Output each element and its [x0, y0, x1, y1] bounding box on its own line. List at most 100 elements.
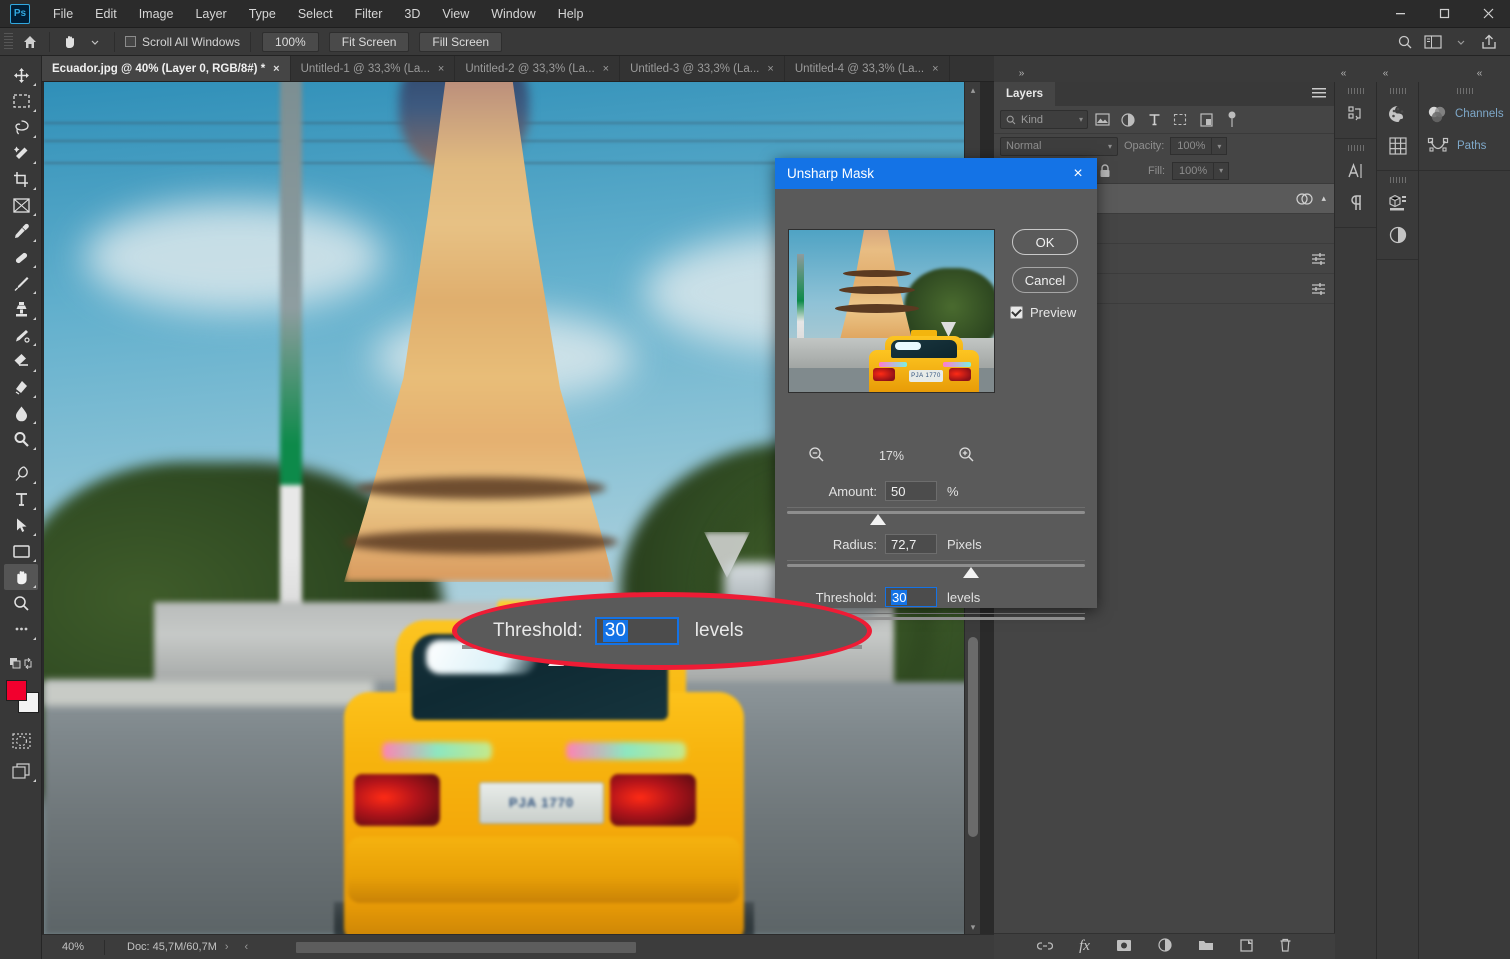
blur-tool[interactable] [4, 400, 38, 426]
chevron-up-icon[interactable]: ▴ [1321, 193, 1326, 204]
pixel-layer-filter-icon[interactable] [1090, 109, 1114, 131]
blend-mode-select[interactable]: Normal ▾ [1000, 137, 1118, 156]
history-icon[interactable] [1335, 98, 1377, 130]
maximize-icon[interactable] [1422, 0, 1466, 28]
dodge-tool[interactable] [4, 426, 38, 452]
close-icon[interactable]: × [273, 63, 279, 75]
panel-grip[interactable] [1348, 88, 1364, 94]
menu-file[interactable]: File [42, 0, 84, 28]
collapse-arrows-col3[interactable]: « [1456, 64, 1502, 82]
zoom-in-icon[interactable] [958, 446, 975, 466]
slider-thumb[interactable] [963, 567, 979, 578]
amount-slider[interactable] [787, 509, 1085, 525]
layer-kind-filter[interactable]: Kind ▾ [1000, 110, 1088, 129]
fill-value[interactable]: 100% [1172, 162, 1214, 180]
chevron-up-icon[interactable]: ▴ [965, 82, 980, 98]
eyedropper-tool[interactable] [4, 218, 38, 244]
scroll-all-windows-checkbox[interactable]: Scroll All Windows [121, 35, 244, 49]
history-brush-tool[interactable] [4, 322, 38, 348]
rectangular-marquee-tool[interactable] [4, 88, 38, 114]
filter-toggle-icon[interactable] [1220, 109, 1244, 131]
fit-screen-button[interactable]: Fit Screen [329, 32, 410, 52]
fill-stepper[interactable]: 100% ▾ [1172, 162, 1229, 180]
tab-untitled-2[interactable]: Untitled-2 @ 33,3% (La... × [455, 56, 620, 81]
chevron-down-icon[interactable]: ▾ [1079, 115, 1083, 124]
add-layer-style-icon[interactable]: fx [1079, 938, 1090, 955]
unsharp-mask-dialog[interactable]: Unsharp Mask × [775, 158, 1097, 608]
filter-options-icon[interactable] [1311, 282, 1326, 295]
opacity-value[interactable]: 100% [1170, 137, 1212, 155]
shape-layer-filter-icon[interactable] [1168, 109, 1192, 131]
tab-ecuador[interactable]: Ecuador.jpg @ 40% (Layer 0, RGB/8#) * × [42, 56, 291, 81]
hand-tool[interactable] [4, 564, 38, 590]
magic-wand-tool[interactable] [4, 140, 38, 166]
panel-button-paths[interactable]: Paths [1419, 130, 1510, 162]
menu-view[interactable]: View [431, 0, 480, 28]
panel-grip[interactable] [1348, 145, 1364, 151]
workspace-icon[interactable] [1420, 31, 1446, 53]
pen-tool[interactable] [4, 460, 38, 486]
link-layers-icon[interactable] [1037, 940, 1053, 954]
menu-help[interactable]: Help [547, 0, 595, 28]
panel-grip[interactable] [1457, 88, 1473, 94]
panel-menu-icon[interactable] [1312, 88, 1326, 100]
screen-mode-icon[interactable] [4, 758, 38, 784]
menu-edit[interactable]: Edit [84, 0, 128, 28]
opacity-stepper[interactable]: 100% ▾ [1170, 137, 1227, 155]
3d-icon[interactable] [1377, 187, 1419, 219]
healing-brush-tool[interactable] [4, 244, 38, 270]
chevron-down-icon[interactable]: ▾ [965, 919, 980, 935]
tab-untitled-4[interactable]: Untitled-4 @ 33,3% (La... × [785, 56, 950, 81]
menu-select[interactable]: Select [287, 0, 344, 28]
callout-threshold-input[interactable]: 30 [595, 617, 679, 645]
add-layer-mask-icon[interactable] [1116, 939, 1132, 955]
share-icon[interactable] [1476, 31, 1502, 53]
minimize-icon[interactable] [1378, 0, 1422, 28]
chevron-down-icon[interactable]: ▾ [1214, 162, 1229, 180]
adjustments-icon[interactable] [1377, 219, 1419, 251]
panel-grip[interactable] [1390, 177, 1406, 183]
scrollbar-thumb[interactable] [968, 637, 978, 837]
ok-button[interactable]: OK [1012, 229, 1078, 255]
preview-checkbox[interactable]: Preview [1010, 305, 1076, 320]
fill-screen-button[interactable]: Fill Screen [419, 32, 502, 52]
clone-stamp-tool[interactable] [4, 296, 38, 322]
new-layer-icon[interactable] [1240, 939, 1253, 955]
close-icon[interactable]: × [438, 63, 444, 75]
quick-mask-icon[interactable] [4, 728, 38, 754]
tab-untitled-1[interactable]: Untitled-1 @ 33,3% (La... × [291, 56, 456, 81]
type-tool[interactable] [4, 486, 38, 512]
radius-input[interactable]: 72,7 [885, 534, 937, 554]
menu-type[interactable]: Type [238, 0, 287, 28]
character-icon[interactable] [1335, 155, 1377, 187]
home-icon[interactable] [17, 31, 43, 53]
close-icon[interactable]: × [932, 63, 938, 75]
close-icon[interactable]: × [767, 63, 773, 75]
horizontal-scrollbar-thumb[interactable] [296, 942, 636, 953]
chevron-down-icon[interactable]: ▾ [1108, 142, 1112, 151]
swatches-icon[interactable] [1377, 130, 1419, 162]
zoom-100-button[interactable]: 100% [262, 32, 319, 52]
radius-slider[interactable] [787, 562, 1085, 578]
slider-thumb[interactable] [870, 514, 886, 525]
threshold-input[interactable]: 30 [885, 587, 937, 607]
close-icon[interactable] [1466, 0, 1510, 28]
new-group-icon[interactable] [1198, 939, 1214, 954]
dialog-preview-image[interactable]: PJA 1770 [788, 229, 995, 393]
type-layer-filter-icon[interactable] [1142, 109, 1166, 131]
delete-layer-icon[interactable] [1279, 938, 1292, 955]
panel-grip[interactable] [1390, 88, 1406, 94]
amount-input[interactable]: 50 [885, 481, 937, 501]
close-icon[interactable]: × [603, 63, 609, 75]
color-swatches[interactable] [6, 680, 40, 714]
options-bar-grip[interactable] [4, 33, 13, 51]
foreground-color-swatch[interactable] [6, 680, 27, 701]
status-arrow-left[interactable]: ‹ [237, 941, 257, 953]
zoom-out-icon[interactable] [808, 446, 825, 466]
menu-3d[interactable]: 3D [393, 0, 431, 28]
filter-options-icon[interactable] [1311, 252, 1326, 265]
panel-button-channels[interactable]: Channels [1419, 98, 1510, 130]
chevron-down-icon[interactable] [1448, 31, 1474, 53]
collapse-arrows-layers[interactable]: » [998, 64, 1044, 82]
crop-tool[interactable] [4, 166, 38, 192]
